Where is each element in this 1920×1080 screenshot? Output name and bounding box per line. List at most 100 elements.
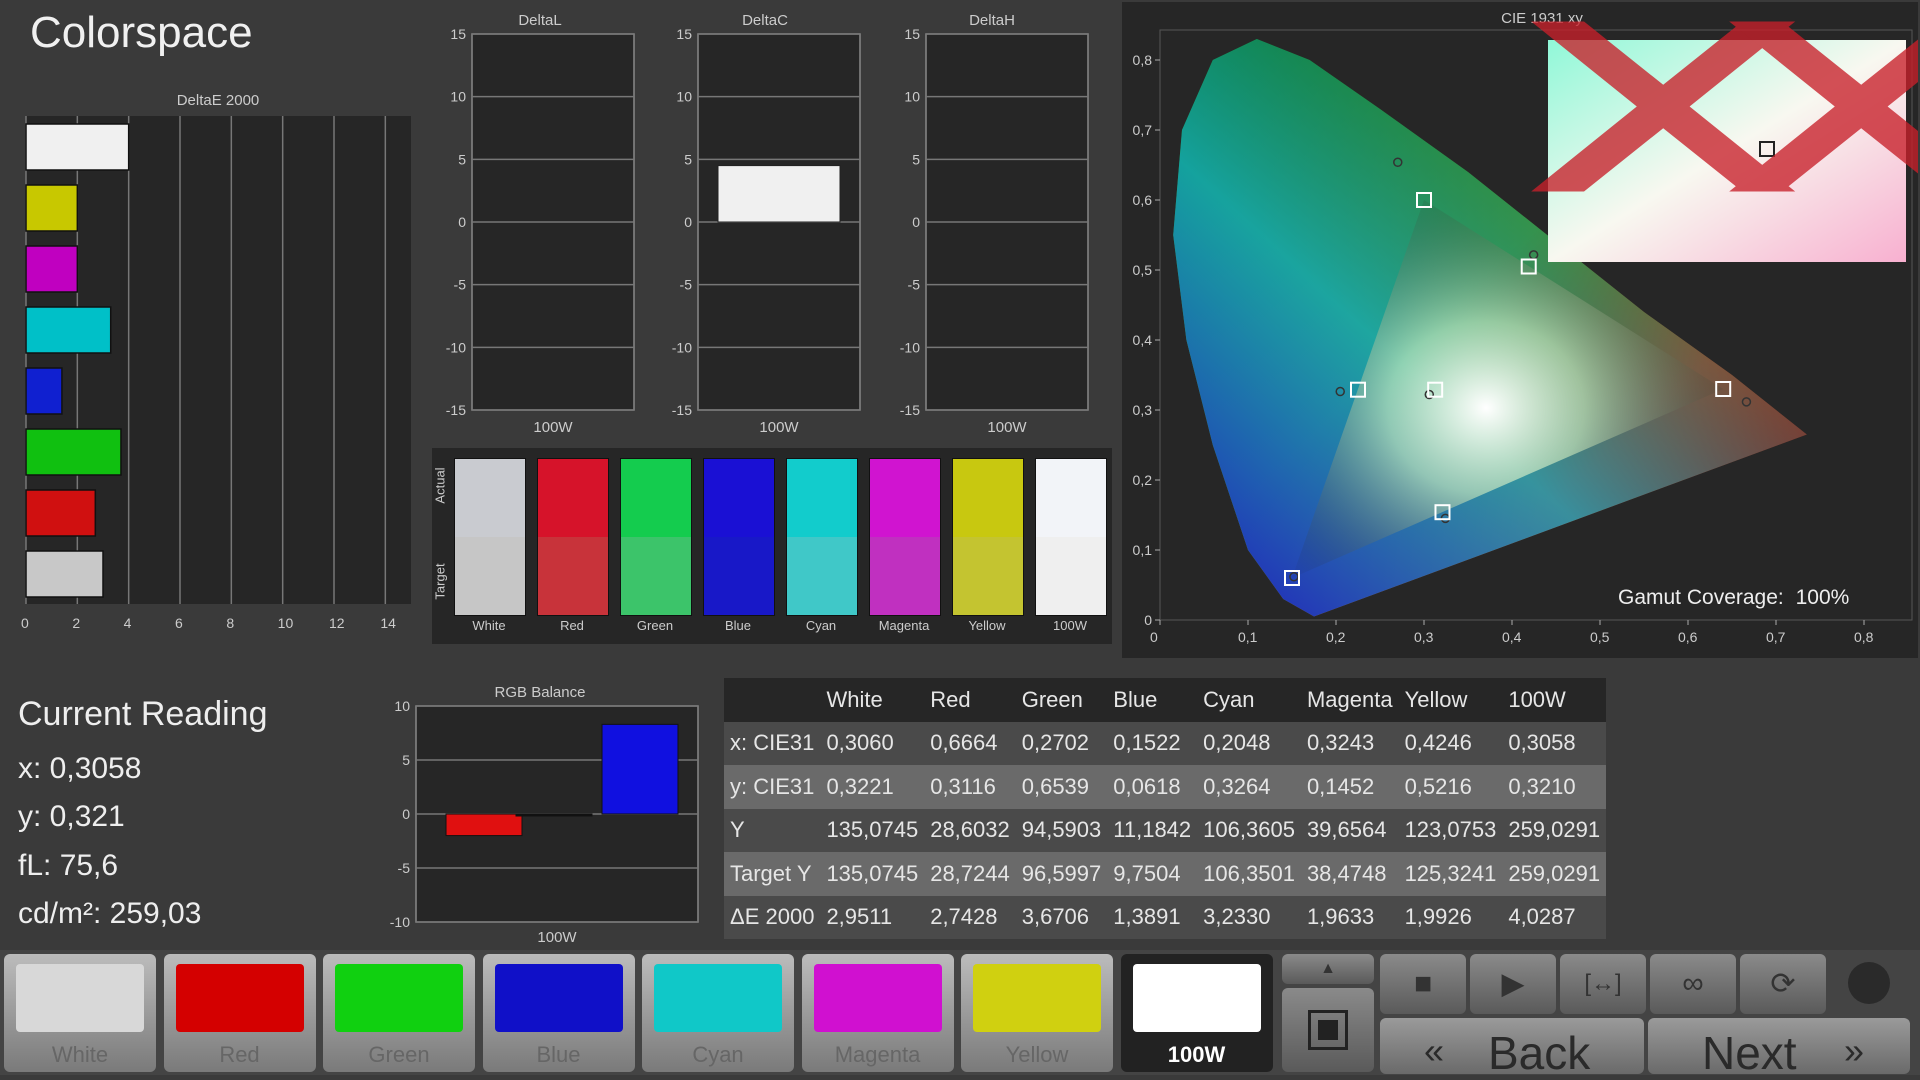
color-button-swatch <box>813 964 942 1032</box>
deltae-tick-label: 8 <box>226 615 234 631</box>
swatch-label: Cyan <box>805 618 837 633</box>
target-label: Target <box>432 563 448 600</box>
table-cell: 0,3060 <box>826 730 894 756</box>
cie-y-tick-label: 0,4 <box>1133 332 1153 348</box>
cie-x-tick-label: 0,2 <box>1326 629 1346 645</box>
deltac-tick-label: 0 <box>684 214 692 230</box>
cie-x-tick-label: 0,8 <box>1854 629 1874 645</box>
deltah-tick-label: 0 <box>912 214 920 230</box>
back-button[interactable]: « Back <box>1380 1018 1644 1079</box>
table-header-cell: White <box>826 686 883 712</box>
swatch-label: Red <box>560 618 584 633</box>
deltae-chart-title: DeltaE 2000 <box>176 92 260 109</box>
color-button-swatch <box>335 964 463 1032</box>
reading-fl: fL: 75,6 <box>18 849 119 882</box>
deltae-bar-red <box>25 489 97 537</box>
table-cell: 0,3116 <box>930 773 996 799</box>
deltal-chart: 15 10 5 0 -5 -10 -15 100W <box>446 28 635 436</box>
table-cell: 0,2702 <box>1021 730 1090 756</box>
table-cell: 0,6664 <box>930 730 998 756</box>
cie-x-tick-label: 0,4 <box>1502 629 1522 645</box>
color-button-swatch <box>16 964 144 1032</box>
table-cell: 0,3264 <box>1203 773 1271 799</box>
deltae-tick-label: 12 <box>329 615 345 631</box>
deltac-tick-label: 10 <box>676 89 692 105</box>
deltae-tick-label: 10 <box>278 615 294 631</box>
cie-x-tick-label: 0,6 <box>1678 629 1698 645</box>
deltae-tick-label: 0 <box>21 615 29 631</box>
cie-y-tick-label: 0,2 <box>1133 472 1153 488</box>
color-button-100w[interactable]: 100W <box>1120 954 1273 1072</box>
cie-y-tick-label: 0 <box>1144 612 1152 628</box>
table-cell: 0,3210 <box>1508 773 1576 799</box>
table-cell: 0,3058 <box>1508 730 1576 756</box>
deltac-bar-100w <box>717 165 841 223</box>
rgb-tick-label: 10 <box>394 700 410 714</box>
table-cell: 123,0753 <box>1404 817 1497 843</box>
swatch-white <box>454 458 526 616</box>
color-button-label: Red <box>219 1042 260 1067</box>
color-button-blue[interactable]: Blue <box>482 954 635 1072</box>
deltac-chart-title: DeltaC <box>742 12 788 29</box>
table-cell: 4,0287 <box>1508 904 1576 930</box>
table-cell: y: CIE31 <box>730 773 815 799</box>
reading-y: y: 0,321 <box>18 800 125 833</box>
table-cell: 259,0291 <box>1508 817 1601 843</box>
color-button-swatch <box>175 964 304 1032</box>
rgb-bar-green <box>515 813 593 817</box>
swatch-actual <box>953 459 1023 537</box>
stop-button[interactable]: ■ <box>1380 954 1466 1014</box>
swatch-actual <box>787 459 857 537</box>
cie-y-tick-label: 0,6 <box>1133 192 1153 208</box>
color-button-red[interactable]: Red <box>163 954 316 1072</box>
swatch-cyan <box>786 458 858 616</box>
deltal-tick-label: 5 <box>458 151 466 167</box>
table-cell: 0,1522 <box>1113 730 1181 756</box>
scroll-up-button[interactable]: ▲ <box>1282 954 1374 984</box>
swatch-target <box>621 537 691 615</box>
deltae-bar-white <box>25 123 130 171</box>
square-icon <box>1308 1010 1348 1050</box>
cie-y-tick-label: 0,8 <box>1133 52 1153 68</box>
swatch-magenta <box>869 458 941 616</box>
color-button-green[interactable]: Green <box>323 954 475 1072</box>
deltae-tick-label: 6 <box>175 615 183 631</box>
deltah-tick-label: 15 <box>904 28 920 42</box>
swatch-actual <box>455 459 525 537</box>
deltae-bar-yellow <box>25 184 79 232</box>
next-button-label: Next <box>1702 1027 1797 1079</box>
measure-range-button[interactable]: [↔] <box>1560 954 1646 1014</box>
swatch-actual <box>538 459 608 537</box>
swatch-label: Blue <box>724 618 752 633</box>
table-cell: 0,3221 <box>826 773 894 799</box>
deltae-chart: 0 2 4 6 8 10 12 14 <box>21 116 411 631</box>
table-header-cell: Red <box>930 686 971 712</box>
refresh-button[interactable]: ⟳ <box>1740 954 1826 1014</box>
swatch-yellow <box>952 458 1024 616</box>
deltah-chart: 15 10 5 0 -5 -10 -15 100W <box>900 28 1089 436</box>
swatch-blue <box>703 458 775 616</box>
color-button-swatch <box>1132 964 1261 1032</box>
cie-y-tick-label: 0,7 <box>1133 122 1153 138</box>
stop-square-button[interactable] <box>1282 988 1374 1072</box>
deltae-bar-cyan <box>25 306 112 354</box>
next-button[interactable]: Next » <box>1648 1018 1910 1079</box>
color-button-magenta[interactable]: Magenta <box>801 954 954 1072</box>
cie-y-tick-label: 0,5 <box>1133 262 1153 278</box>
color-button-white[interactable]: White <box>4 954 156 1072</box>
color-button-yellow[interactable]: Yellow <box>961 954 1113 1072</box>
deltal-tick-label: 10 <box>450 89 466 105</box>
reading-x: x: 0,3058 <box>18 752 142 785</box>
double-chevron-right-icon: » <box>1844 1030 1865 1071</box>
color-button-cyan[interactable]: Cyan <box>642 954 794 1072</box>
table-cell: 0,0618 <box>1113 773 1181 799</box>
swatch-target <box>704 537 774 615</box>
table-cell: x: CIE31 <box>730 730 815 756</box>
swatch-label: White <box>472 618 506 633</box>
continuous-button[interactable]: ∞ <box>1650 954 1736 1014</box>
deltah-x-label: 100W <box>987 419 1027 436</box>
measurement-table: White Red Green Blue Cyan Magenta Yellow 100W x:… <box>724 678 1607 939</box>
play-button[interactable]: ▶ <box>1470 954 1556 1014</box>
deltah-tick-label: -5 <box>908 277 921 293</box>
table-cell: 106,3501 <box>1203 860 1295 886</box>
